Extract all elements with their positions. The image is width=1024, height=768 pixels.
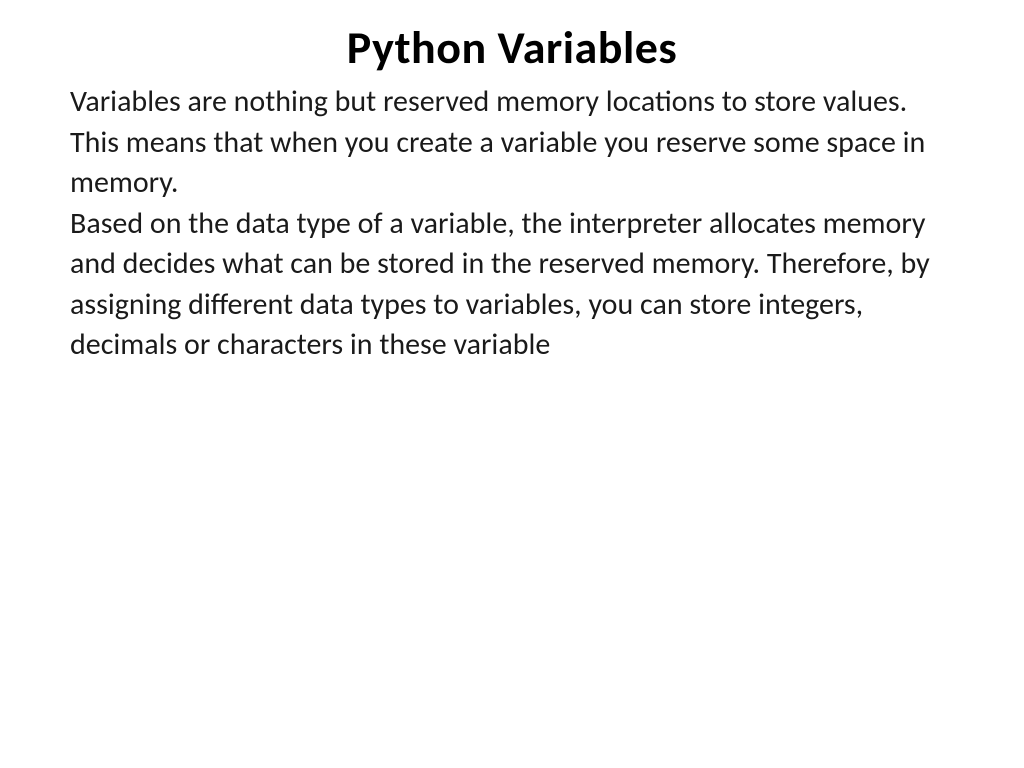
paragraph-2: Based on the data type of a variable, th… [70,204,954,366]
body-content: Variables are nothing but reserved memor… [70,82,954,366]
page-title: Python Variables [70,20,954,76]
paragraph-1: Variables are nothing but reserved memor… [70,82,954,204]
